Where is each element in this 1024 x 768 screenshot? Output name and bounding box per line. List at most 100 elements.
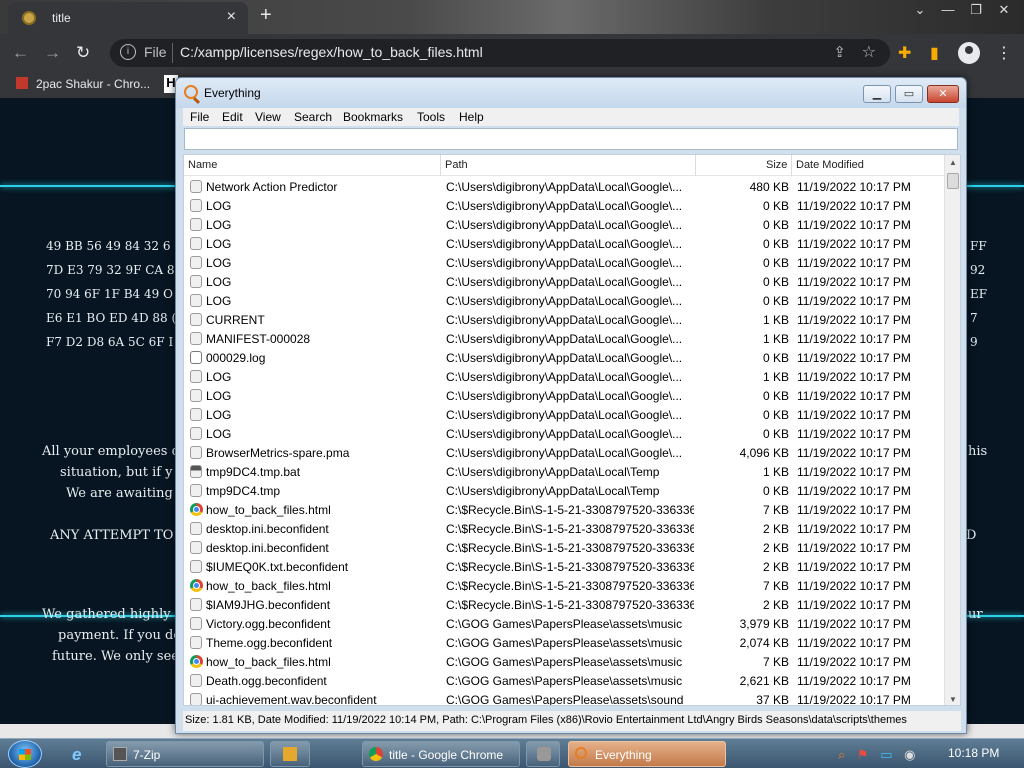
file-path: C:\Users\digibrony\AppData\Local\Temp <box>446 465 660 479</box>
table-row[interactable]: Network Action Predictor C:\Users\digibro… <box>184 177 944 196</box>
file-icon <box>190 332 202 345</box>
table-row[interactable]: desktop.ini.beconfident C:\$Recycle.Bin\S… <box>184 538 944 557</box>
close-button[interactable]: ✕ <box>927 85 959 103</box>
file-path: C:\Users\digibrony\AppData\Local\Google\… <box>446 218 683 232</box>
table-row[interactable]: how_to_back_files.html C:\$Recycle.Bin\S-… <box>184 500 944 519</box>
table-row[interactable]: $IAM9JHG.beconfident C:\$Recycle.Bin\S-1-… <box>184 595 944 614</box>
table-row[interactable]: 000029.log C:\Users\digibrony\AppData\Loc… <box>184 348 944 367</box>
taskbar-7zip[interactable]: 7-Zip <box>106 741 264 767</box>
table-row[interactable]: how_to_back_files.html C:\$Recycle.Bin\S-… <box>184 576 944 595</box>
menu-bookmarks[interactable]: Bookmarks <box>343 110 403 124</box>
column-path[interactable]: Path <box>445 159 468 171</box>
everything-titlebar[interactable]: Everything ▁ ▭ ✕ <box>176 78 966 108</box>
system-tray: ⌕ ⚑ ▭ ◉ <box>838 747 915 763</box>
start-button[interactable] <box>8 740 42 768</box>
status-bar: Size: 1.81 KB, Date Modified: 11/19/2022… <box>183 711 961 731</box>
file-name: LOG <box>206 237 232 251</box>
table-row[interactable]: Theme.ogg.beconfident C:\GOG Games\Papers… <box>184 633 944 652</box>
omnibox-separator <box>172 43 173 63</box>
minimize-icon[interactable]: — <box>934 2 962 17</box>
taskbar-app[interactable] <box>526 741 560 767</box>
table-row[interactable]: Victory.ogg.beconfident C:\GOG Games\Pape… <box>184 614 944 633</box>
table-row[interactable]: MANIFEST-000028 C:\Users\digibrony\AppDat… <box>184 329 944 348</box>
profile-avatar-icon[interactable] <box>958 42 980 64</box>
scroll-down-icon[interactable]: ▼ <box>949 695 957 704</box>
file-date-modified: 11/19/2022 10:17 PM <box>797 522 911 536</box>
tab-title[interactable]: title × <box>8 2 248 34</box>
forward-arrow-icon[interactable]: → <box>44 43 61 63</box>
tab-close-icon[interactable]: × <box>227 8 236 26</box>
table-row[interactable]: LOG C:\Users\digibrony\AppData\Local\Goog… <box>184 367 944 386</box>
column-date-modified[interactable]: Date Modified <box>796 159 864 171</box>
search-input[interactable] <box>184 128 958 150</box>
chrome-tab-strip: title × + ⌄ — ❐ ✕ <box>0 0 1024 34</box>
everything-tray-icon[interactable]: ⌕ <box>838 747 845 762</box>
scroll-thumb[interactable] <box>947 173 959 189</box>
table-row[interactable]: LOG C:\Users\digibrony\AppData\Local\Goog… <box>184 291 944 310</box>
table-row[interactable]: tmp9DC4.tmp C:\Users\digibrony\AppData\Lo… <box>184 481 944 500</box>
file-size: 2 KB <box>762 598 789 612</box>
reload-icon[interactable]: ↻ <box>76 43 90 63</box>
share-icon[interactable]: ⇪ <box>833 43 846 61</box>
menu-file[interactable]: File <box>190 110 209 124</box>
file-name: Victory.ogg.beconfident <box>206 617 331 631</box>
chrome-file-icon <box>190 655 203 668</box>
table-row[interactable]: $IUMEQ0K.txt.beconfident C:\$Recycle.Bin\… <box>184 557 944 576</box>
close-window-icon[interactable]: ✕ <box>990 2 1018 18</box>
table-row[interactable]: LOG C:\Users\digibrony\AppData\Local\Goog… <box>184 234 944 253</box>
side-panel-icon[interactable]: ▮ <box>930 43 939 63</box>
table-row[interactable]: BrowserMetrics-spare.pma C:\Users\digibro… <box>184 443 944 462</box>
table-row[interactable]: ui-achievement.wav.beconfident C:\GOG Gam… <box>184 690 944 705</box>
table-row[interactable]: desktop.ini.beconfident C:\$Recycle.Bin\S… <box>184 519 944 538</box>
table-row[interactable]: LOG C:\Users\digibrony\AppData\Local\Goog… <box>184 272 944 291</box>
file-name: tmp9DC4.tmp.bat <box>206 465 301 479</box>
table-row[interactable]: tmp9DC4.tmp.bat C:\Users\digibrony\AppDat… <box>184 462 944 481</box>
table-row[interactable]: how_to_back_files.html C:\GOG Games\Paper… <box>184 652 944 671</box>
site-info-icon[interactable]: i <box>120 44 136 60</box>
restore-icon[interactable]: ❐ <box>962 2 990 18</box>
tab-search-icon[interactable]: ⌄ <box>906 2 934 18</box>
menu-search[interactable]: Search <box>294 110 332 124</box>
bookmark-star-icon[interactable]: ☆ <box>862 42 876 62</box>
back-arrow-icon[interactable]: ← <box>12 43 29 63</box>
taskbar-media-player[interactable] <box>270 741 310 767</box>
file-icon <box>190 617 202 630</box>
url-text[interactable]: C:/xampp/licenses/regex/how_to_back_file… <box>180 44 483 60</box>
table-row[interactable]: LOG C:\Users\digibrony\AppData\Local\Goog… <box>184 386 944 405</box>
monitor-icon[interactable]: ▭ <box>880 747 892 762</box>
column-size[interactable]: Size <box>766 159 787 171</box>
flag-icon[interactable]: ⚑ <box>857 747 869 762</box>
table-row[interactable]: LOG C:\Users\digibrony\AppData\Local\Goog… <box>184 424 944 443</box>
chrome-file-icon <box>190 503 203 516</box>
column-divider[interactable] <box>791 155 792 176</box>
minimize-button[interactable]: ▁ <box>863 85 891 103</box>
menu-help[interactable]: Help <box>459 110 484 124</box>
table-row[interactable]: Death.ogg.beconfident C:\GOG Games\Papers… <box>184 671 944 690</box>
scroll-up-icon[interactable]: ▲ <box>949 158 957 167</box>
tab-label: title <box>52 11 71 25</box>
internet-explorer-icon[interactable]: e <box>72 745 81 765</box>
table-row[interactable]: CURRENT C:\Users\digibrony\AppData\Local\… <box>184 310 944 329</box>
table-row[interactable]: LOG C:\Users\digibrony\AppData\Local\Goog… <box>184 215 944 234</box>
column-divider[interactable] <box>440 155 441 176</box>
table-row[interactable]: LOG C:\Users\digibrony\AppData\Local\Goog… <box>184 196 944 215</box>
kebab-menu-icon[interactable]: ⋮ <box>996 43 1012 63</box>
taskbar-everything[interactable]: Everything <box>568 741 726 767</box>
menu-view[interactable]: View <box>255 110 281 124</box>
extensions-puzzle-icon[interactable]: ✚ <box>898 43 911 63</box>
column-divider[interactable] <box>695 155 696 176</box>
file-date-modified: 11/19/2022 10:17 PM <box>797 541 911 555</box>
volume-icon[interactable]: ◉ <box>904 747 915 762</box>
column-name[interactable]: Name <box>188 159 217 171</box>
table-row[interactable]: LOG C:\Users\digibrony\AppData\Local\Goog… <box>184 253 944 272</box>
table-row[interactable]: LOG C:\Users\digibrony\AppData\Local\Goog… <box>184 405 944 424</box>
maximize-button[interactable]: ▭ <box>895 85 923 103</box>
menu-edit[interactable]: Edit <box>222 110 243 124</box>
address-bar[interactable]: i File C:/xampp/licenses/regex/how_to_ba… <box>110 39 890 67</box>
clock[interactable]: 10:18 PM <box>948 746 999 760</box>
bookmark-2pac[interactable]: 2pac Shakur - Chro... <box>16 77 150 91</box>
menu-tools[interactable]: Tools <box>417 110 445 124</box>
taskbar-chrome[interactable]: title - Google Chrome <box>362 741 520 767</box>
new-tab-button[interactable]: + <box>260 4 272 27</box>
results-vertical-scrollbar[interactable]: ▲ ▼ <box>944 155 960 705</box>
